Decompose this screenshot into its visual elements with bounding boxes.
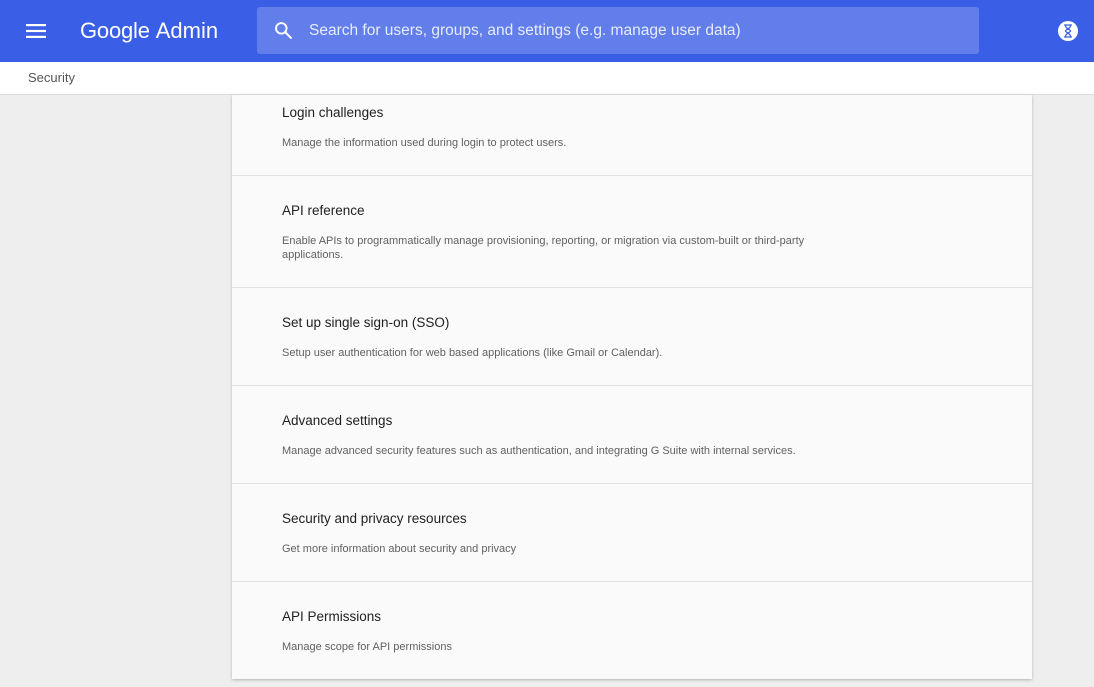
- breadcrumb-security[interactable]: Security: [28, 70, 75, 85]
- search-icon[interactable]: [273, 20, 294, 41]
- logo-brand: Google: [80, 18, 150, 43]
- setting-title: Advanced settings: [282, 413, 393, 428]
- google-admin-logo[interactable]: Google Admin: [80, 16, 218, 46]
- setting-row-security-privacy-resources[interactable]: Security and privacy resources Get more …: [232, 484, 1032, 582]
- security-settings-card: Login challenges Manage the information …: [232, 95, 1032, 679]
- logo-product: Admin: [155, 18, 219, 43]
- hourglass-icon: [1063, 24, 1073, 38]
- search-input[interactable]: [309, 7, 959, 54]
- setting-description: Manage the information used during login…: [282, 137, 567, 149]
- search-bar[interactable]: [257, 7, 979, 54]
- setting-row-login-challenges[interactable]: Login challenges Manage the information …: [232, 95, 1032, 176]
- setting-row-sso[interactable]: Set up single sign-on (SSO) Setup user a…: [232, 288, 1032, 386]
- setting-title: API reference: [282, 203, 365, 218]
- top-app-bar: Google Admin: [0, 0, 1094, 62]
- setting-row-api-permissions[interactable]: API Permissions Manage scope for API per…: [232, 582, 1032, 679]
- setting-title: Security and privacy resources: [282, 511, 467, 526]
- menu-icon: [26, 24, 46, 38]
- setting-row-api-reference[interactable]: API reference Enable APIs to programmati…: [232, 176, 1032, 288]
- main-menu-button[interactable]: [21, 16, 51, 46]
- setting-title: Login challenges: [282, 105, 384, 120]
- account-button[interactable]: [1058, 21, 1078, 41]
- setting-description: Manage scope for API permissions: [282, 641, 452, 653]
- setting-description: Get more information about security and …: [282, 543, 517, 555]
- setting-description: Enable APIs to programmatically manage p…: [282, 235, 805, 261]
- setting-description: Setup user authentication for web based …: [282, 347, 663, 359]
- setting-title: API Permissions: [282, 609, 382, 624]
- breadcrumb: Security: [0, 62, 1094, 95]
- setting-row-advanced-settings[interactable]: Advanced settings Manage advanced securi…: [232, 386, 1032, 484]
- setting-description: Manage advanced security features such a…: [282, 445, 796, 457]
- setting-title: Set up single sign-on (SSO): [282, 315, 450, 330]
